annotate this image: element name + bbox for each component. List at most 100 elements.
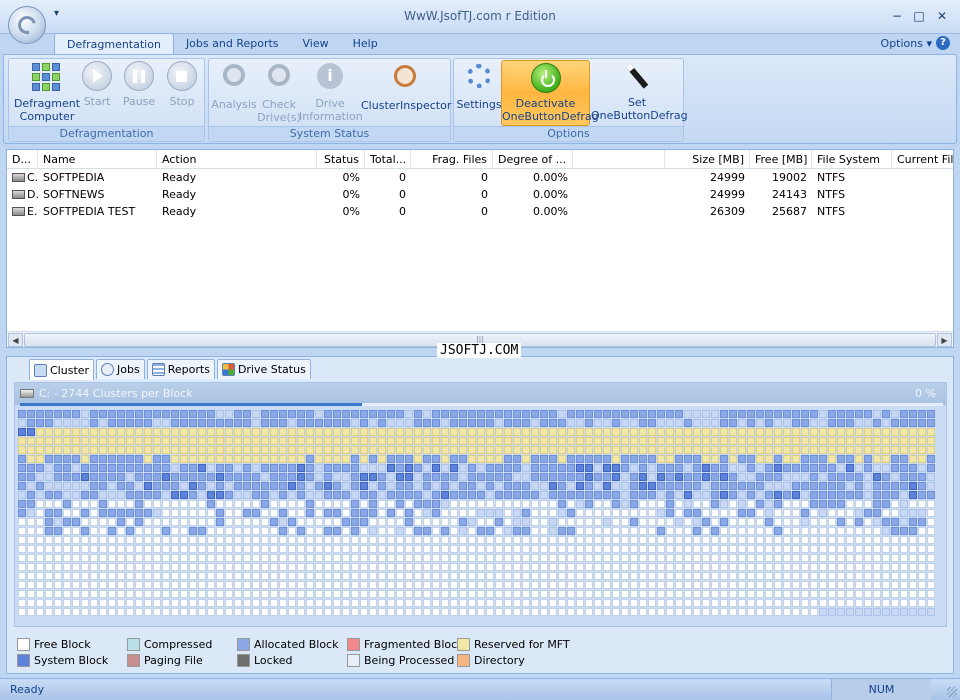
defragment-computer-button[interactable]: Defragment Computer: [11, 61, 83, 123]
application-menu-button[interactable]: [8, 6, 46, 44]
cluster-block: [918, 509, 926, 517]
cluster-block: [288, 482, 296, 490]
cluster-block: [261, 500, 269, 508]
cluster-block: [135, 581, 143, 589]
deactivate-onebuttondefrag-button[interactable]: Deactivate OneButtonDefrag: [501, 60, 599, 126]
cluster-block: [144, 491, 152, 499]
tab-jobs-and-reports[interactable]: Jobs and Reports: [174, 33, 291, 55]
table-row[interactable]: E. SOFTPEDIA TEST Ready 0% 0 0 0.00% 263…: [7, 203, 953, 220]
drive-list[interactable]: D... Name Action Status Total... Frag. F…: [6, 149, 954, 348]
analysis-button[interactable]: Analysis: [211, 61, 257, 111]
cluster-block: [234, 509, 242, 517]
table-row[interactable]: C. SOFTPEDIA Ready 0% 0 0 0.00% 24999 19…: [7, 169, 953, 186]
tab-view[interactable]: View: [291, 33, 341, 55]
cluster-block: [846, 581, 854, 589]
cluster-block: [846, 608, 854, 616]
column-header-degree[interactable]: Degree of ...: [493, 150, 573, 168]
cluster-block: [369, 482, 377, 490]
column-header-file-system[interactable]: File System: [812, 150, 892, 168]
check-drives-button[interactable]: Check Drive(s): [257, 61, 301, 124]
cluster-block: [396, 464, 404, 472]
cluster-block: [99, 410, 107, 418]
tab-reports[interactable]: Reports: [146, 359, 215, 379]
cluster-block: [783, 536, 791, 544]
column-header-blank[interactable]: [573, 150, 665, 168]
scroll-right-button[interactable]: ▶: [937, 333, 952, 347]
cluster-block: [459, 410, 467, 418]
cluster-block: [540, 608, 548, 616]
pause-button[interactable]: Pause: [119, 61, 159, 108]
legend-item: Reserved for MFT: [457, 638, 570, 651]
cluster-block: [81, 518, 89, 526]
cluster-block: [234, 608, 242, 616]
settings-label: Settings: [456, 98, 502, 111]
scroll-left-button[interactable]: ◀: [8, 333, 23, 347]
cluster-block: [333, 437, 341, 445]
cluster-block: [81, 572, 89, 580]
ribbon-tabs: Defragmentation Jobs and Reports View He…: [54, 33, 390, 55]
cluster-block: [171, 509, 179, 517]
cluster-inspector-button[interactable]: ClusterInspector: [361, 61, 451, 112]
cluster-block: [54, 536, 62, 544]
column-header-drive[interactable]: D...: [7, 150, 38, 168]
cluster-block: [702, 509, 710, 517]
column-header-free[interactable]: Free [MB]: [750, 150, 812, 168]
table-row[interactable]: D. SOFTNEWS Ready 0% 0 0 0.00% 24999 241…: [7, 186, 953, 203]
cluster-block: [513, 590, 521, 598]
column-header-current-file[interactable]: Current File: [892, 150, 953, 168]
resize-grip[interactable]: [947, 687, 957, 697]
column-header-size[interactable]: Size [MB]: [665, 150, 750, 168]
column-header-frag-files[interactable]: Frag. Files: [411, 150, 493, 168]
start-button[interactable]: Start: [79, 61, 115, 108]
cluster-block: [495, 536, 503, 544]
column-header-name[interactable]: Name: [38, 150, 157, 168]
cluster-block: [342, 581, 350, 589]
cluster-block: [729, 509, 737, 517]
cluster-block: [891, 509, 899, 517]
cluster-block: [846, 464, 854, 472]
cluster-block: [657, 446, 665, 454]
cluster-block: [63, 410, 71, 418]
cluster-block: [423, 428, 431, 436]
cluster-block: [117, 554, 125, 562]
column-header-status[interactable]: Status: [317, 150, 365, 168]
cluster-block: [783, 455, 791, 463]
tab-defragmentation[interactable]: Defragmentation: [54, 33, 174, 55]
cluster-block: [162, 563, 170, 571]
cluster-block: [531, 599, 539, 607]
close-button[interactable]: ✕: [933, 8, 951, 24]
cluster-block: [18, 554, 26, 562]
cluster-block: [441, 500, 449, 508]
column-header-total[interactable]: Total...: [365, 150, 411, 168]
cluster-block: [918, 410, 926, 418]
cluster-block: [711, 455, 719, 463]
settings-button[interactable]: Settings: [456, 61, 502, 111]
cluster-block: [864, 509, 872, 517]
cluster-block: [27, 500, 35, 508]
tab-help[interactable]: Help: [341, 33, 390, 55]
tab-drive-status[interactable]: Drive Status: [216, 359, 311, 379]
cluster-block: [576, 455, 584, 463]
stop-button[interactable]: Stop: [164, 61, 200, 108]
cluster-block: [513, 536, 521, 544]
cluster-block: [495, 446, 503, 454]
help-icon[interactable]: ?: [936, 36, 950, 50]
cluster-block: [351, 581, 359, 589]
column-header-action[interactable]: Action: [157, 150, 317, 168]
tab-cluster[interactable]: Cluster: [29, 359, 95, 380]
set-onebuttondefrag-button[interactable]: Set OneButtonDefrag: [591, 61, 688, 122]
cluster-block: [189, 437, 197, 445]
cluster-block: [765, 464, 773, 472]
options-menu[interactable]: Options ▾: [881, 37, 932, 50]
cluster-block-grid[interactable]: [18, 410, 935, 616]
cluster-block: [423, 464, 431, 472]
maximize-button[interactable]: □: [910, 8, 928, 24]
cluster-block: [99, 437, 107, 445]
cluster-block: [414, 572, 422, 580]
size-cell: 26309: [710, 205, 745, 218]
drive-information-button[interactable]: i Drive Information: [299, 61, 363, 123]
cluster-block: [252, 509, 260, 517]
tab-jobs[interactable]: Jobs: [96, 359, 145, 379]
minimize-button[interactable]: −: [888, 8, 906, 24]
cluster-block: [405, 581, 413, 589]
